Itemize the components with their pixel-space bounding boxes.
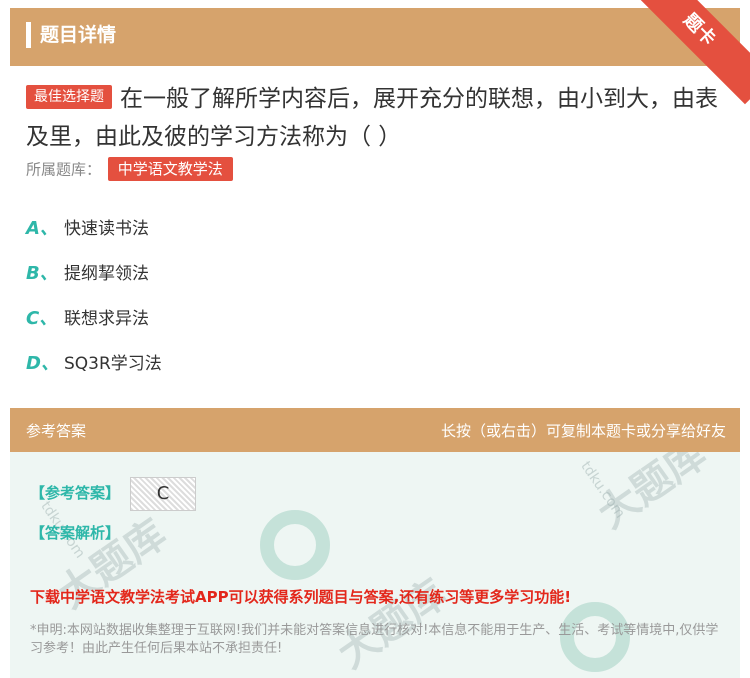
question-bank-row: 所属题库： 中学语文教学法: [26, 157, 241, 182]
header-accent-bar: [26, 22, 31, 48]
question-type-tag: 最佳选择题: [26, 84, 112, 109]
watermark-text: 大题库: [329, 571, 455, 678]
disclaimer-text: *申明:本网站数据收集整理于互联网!我们并未能对答案信息进行核对!本信息不能用于…: [30, 623, 719, 656]
answer-label: 【参考答案】: [30, 484, 121, 502]
answer-bar-title: 参考答案: [26, 422, 87, 440]
question-stem: 在一般了解所学内容后，展开充分的联想，由小到大，由表及里，由此及彼的学习方法称为…: [26, 86, 718, 150]
option-text: SQ3R学习法: [64, 354, 162, 374]
option-letter: D、: [26, 353, 59, 374]
bank-name-tag[interactable]: 中学语文教学法: [107, 157, 233, 181]
bank-label: 所属题库：: [26, 160, 102, 179]
option-letter: B、: [26, 263, 58, 284]
app-download-link[interactable]: 下载中学语文教学法考试APP可以获得系列题目与答案,还有练习等更多学习功能!: [30, 586, 571, 607]
option-c[interactable]: C、 联想求异法: [26, 304, 149, 330]
option-a[interactable]: A、 快速读书法: [26, 214, 149, 240]
option-d[interactable]: D、 SQ3R学习法: [26, 349, 162, 375]
page-title: 题目详情: [40, 24, 117, 46]
watermark-logo-icon: [260, 510, 330, 580]
analysis-label: 【答案解析】: [30, 524, 121, 542]
option-text: 联想求异法: [64, 309, 149, 329]
answer-value: C: [130, 477, 196, 511]
answer-bar: 参考答案 长按（或右击）可复制本题卡或分享给好友: [10, 408, 740, 452]
option-b[interactable]: B、 提纲挈领法: [26, 259, 149, 285]
option-text: 快速读书法: [64, 219, 149, 239]
option-letter: A、: [26, 218, 58, 239]
option-text: 提纲挈领法: [64, 264, 149, 284]
header-bar: [10, 8, 740, 66]
option-letter: C、: [26, 308, 58, 329]
question-text: 最佳选择题 在一般了解所学内容后，展开充分的联想，由小到大，由表及里，由此及彼的学…: [26, 80, 726, 156]
copy-share-hint[interactable]: 长按（或右击）可复制本题卡或分享给好友: [441, 420, 726, 441]
